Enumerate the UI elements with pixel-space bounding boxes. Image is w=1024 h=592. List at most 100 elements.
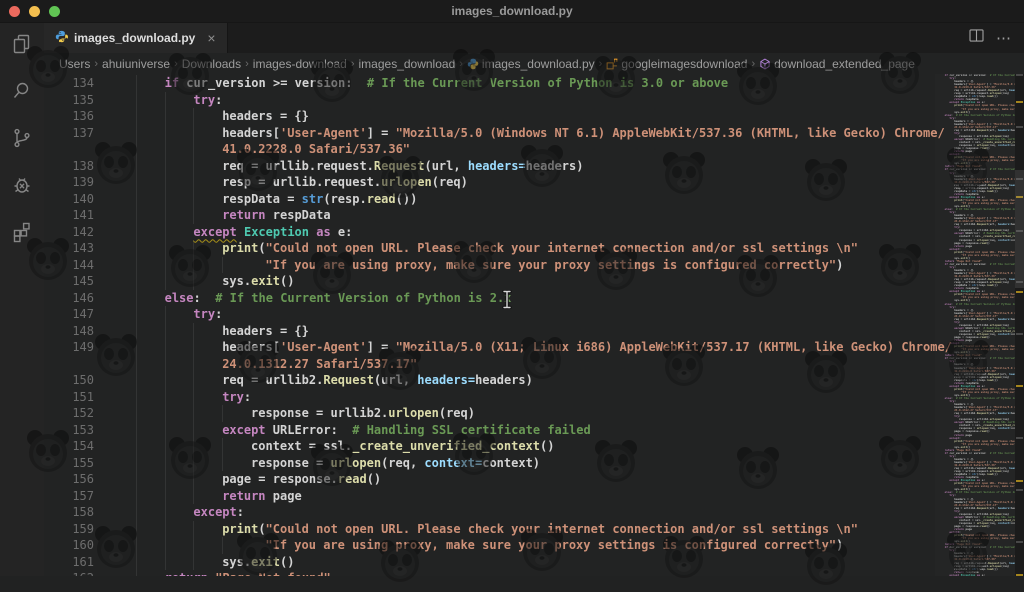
breadcrumb-item[interactable]: download_extended_page [759, 57, 915, 71]
code-line[interactable]: 135 try: [44, 91, 935, 109]
code-line[interactable]: 144 "If you are using proxy, make sure yo… [44, 256, 935, 274]
code-line[interactable]: 148 headers = {} [44, 322, 935, 340]
line-number[interactable]: 159 [44, 521, 107, 538]
code-line[interactable]: 146 else: # If the Current Version of Pyt… [44, 289, 935, 307]
line-number[interactable]: 161 [44, 554, 107, 571]
line-number[interactable]: 137 [44, 125, 107, 142]
extensions-icon[interactable] [9, 219, 35, 245]
code-line[interactable]: 134 if cur_version >= version: # If the C… [44, 75, 935, 92]
breadcrumb-separator: › [350, 57, 355, 70]
line-number[interactable]: 160 [44, 537, 107, 554]
search-icon[interactable] [9, 78, 35, 104]
close-icon[interactable]: × [207, 31, 215, 45]
ruler-mark [1016, 125, 1023, 128]
code-line[interactable]: 158 except: [44, 504, 935, 521]
line-number[interactable]: 153 [44, 422, 107, 439]
line-number[interactable]: 134 [44, 75, 107, 92]
breadcrumb-separator: › [174, 57, 178, 70]
scrollbar-thumb[interactable] [1015, 170, 1024, 288]
code-line[interactable]: 24.0.1312.27 Safari/537.17" [44, 355, 935, 373]
line-number[interactable]: 143 [44, 240, 107, 257]
code-line[interactable]: 155 response = urlopen(req, context=conte… [44, 454, 935, 472]
code-text: page = response.read() [222, 472, 382, 486]
ruler-mark [1016, 436, 1023, 439]
line-number[interactable]: 135 [44, 92, 107, 109]
line-number[interactable]: 146 [44, 290, 107, 307]
minimap[interactable]: if cur_version >= version: # If the Curr… [935, 74, 1015, 576]
code-line[interactable]: 145 sys.exit() [44, 273, 935, 290]
close-window-button[interactable] [9, 5, 20, 17]
code-line[interactable]: 147 try: [44, 306, 935, 323]
code-line[interactable]: 41.0.2228.0 Safari/537.36" [44, 141, 935, 158]
method-symbol-icon [759, 58, 771, 70]
breadcrumb-item[interactable]: Users [59, 57, 90, 71]
line-number[interactable] [44, 356, 107, 373]
line-number[interactable]: 144 [44, 257, 107, 274]
line-number[interactable]: 142 [44, 224, 107, 241]
line-number[interactable]: 145 [44, 273, 107, 290]
code-text: headers = {} [222, 323, 309, 338]
code-editor[interactable]: 134 if cur_version >= version: # If the C… [44, 74, 1024, 576]
line-number[interactable]: 149 [44, 339, 107, 356]
code-line[interactable]: 151 try: [44, 388, 935, 406]
code-line[interactable]: 140 respData = str(resp.read()) [44, 190, 935, 208]
line-number[interactable] [44, 141, 107, 158]
line-number[interactable]: 154 [44, 438, 107, 455]
ruler-warning-mark [1016, 479, 1023, 482]
line-number[interactable]: 155 [44, 455, 107, 472]
line-number[interactable]: 152 [44, 405, 107, 422]
code-line[interactable]: 150 req = urllib2.Request(url, headers=he… [44, 372, 935, 389]
code-text: req = urllib2.Request(url, headers=heade… [222, 373, 533, 387]
code-line[interactable]: 154 context = ssl._create_unverified_cont… [44, 438, 935, 455]
minimize-window-button[interactable] [29, 5, 40, 17]
breadcrumb-item[interactable]: Downloads [182, 57, 241, 71]
code-line[interactable]: 157 return page [44, 487, 935, 505]
breadcrumb-item[interactable]: googleimagesdownload [606, 57, 747, 71]
line-number[interactable]: 140 [44, 191, 107, 208]
line-number[interactable]: 148 [44, 323, 107, 340]
line-number[interactable]: 151 [44, 389, 107, 406]
line-number[interactable]: 139 [44, 174, 107, 191]
line-number[interactable]: 156 [44, 471, 107, 488]
code-line[interactable]: 149 headers['User-Agent'] = "Mozilla/5.0 … [44, 339, 952, 356]
line-number[interactable]: 158 [44, 504, 107, 521]
code-line[interactable]: 136 headers = {} [44, 108, 935, 125]
explorer-icon[interactable] [9, 31, 35, 57]
source-control-icon[interactable] [9, 125, 35, 151]
breadcrumb-item[interactable]: ahuiuniverse [102, 57, 170, 71]
code-line[interactable]: 138 req = urllib.request.Request(url, hea… [44, 157, 935, 175]
code-line[interactable]: 143 print("Could not open URL. Please che… [44, 240, 935, 257]
code-text: response = urllib2.urlopen(req) [251, 406, 475, 420]
line-number[interactable]: 157 [44, 488, 107, 505]
ruler-mark [1016, 540, 1023, 543]
code-line[interactable]: 137 headers['User-Agent'] = "Mozilla/5.0 … [44, 124, 945, 142]
breadcrumb-item[interactable]: images_download.py [467, 57, 595, 71]
line-number[interactable]: 147 [44, 306, 107, 323]
ruler-mark [1016, 74, 1023, 76]
code-line[interactable]: 142 except Exception as e: [44, 223, 935, 241]
line-number[interactable]: 141 [44, 207, 107, 224]
code-line[interactable]: 139 resp = urllib.request.urlopen(req) [44, 174, 935, 191]
line-number[interactable]: 162 [44, 570, 107, 576]
tab-images-download-py[interactable]: images_download.py × [44, 23, 228, 53]
split-editor-icon[interactable] [969, 29, 984, 47]
code-line[interactable]: 159 print("Could not open URL. Please che… [44, 520, 935, 538]
code-line[interactable]: 156 page = response.read() [44, 471, 935, 488]
code-line[interactable]: 153 except URLError: # Handling SSL certi… [44, 421, 935, 439]
code-text: context = ssl._create_unverified_context… [251, 439, 555, 453]
breadcrumb-item[interactable]: images-download [253, 57, 347, 71]
line-number[interactable]: 136 [44, 108, 107, 125]
code-line[interactable]: 152 response = urllib2.urlopen(req) [44, 405, 935, 422]
code-line[interactable]: 141 return respData [44, 207, 935, 224]
run-debug-icon[interactable] [9, 172, 35, 198]
line-number[interactable]: 150 [44, 372, 107, 389]
code-line[interactable]: 161 sys.exit() [44, 553, 935, 571]
zoom-window-button[interactable] [49, 5, 60, 17]
breadcrumb-item[interactable]: images_download [359, 57, 456, 71]
more-actions-icon[interactable]: ⋯ [996, 31, 1012, 46]
ruler-warning-mark [1016, 290, 1023, 293]
line-number[interactable]: 138 [44, 158, 107, 175]
code-text: sys.exit() [222, 274, 295, 288]
code-line[interactable]: 162return "Page Not found" [44, 570, 935, 576]
code-line[interactable]: 160 "If you are using proxy, make sure yo… [44, 537, 935, 554]
